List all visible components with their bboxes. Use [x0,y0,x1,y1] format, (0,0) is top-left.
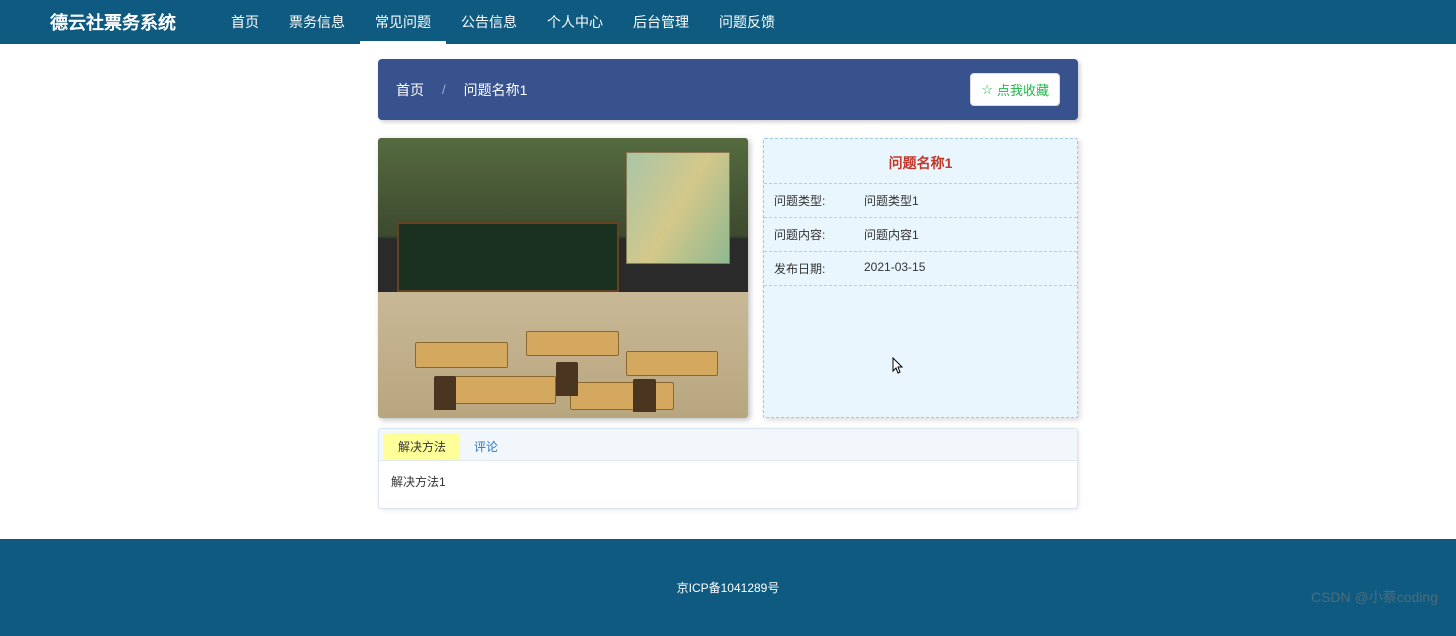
table-row: 发布日期: 2021-03-15 [764,251,1077,286]
favorite-button-label: 点我收藏 [997,80,1049,99]
breadcrumb-separator: / [442,82,446,97]
navbar: 德云社票务系统 首页 票务信息 常见问题 公告信息 个人中心 后台管理 问题反馈 [0,0,1456,44]
breadcrumb: 首页 / 问题名称1 ☆ 点我收藏 [378,59,1078,120]
tabs-header: 解决方法 评论 [379,429,1077,461]
favorite-button[interactable]: ☆ 点我收藏 [970,73,1060,106]
row-label-date: 发布日期: [764,252,854,285]
main-container: 首页 / 问题名称1 ☆ 点我收藏 问题名称1 问题类型: 问题类型1 问题内容… [378,59,1078,509]
footer: 京ICP备1041289号 [0,539,1456,636]
tab-comments[interactable]: 评论 [460,433,512,460]
nav-faq[interactable]: 常见问题 [360,0,446,44]
nav-items: 首页 票务信息 常见问题 公告信息 个人中心 后台管理 问题反馈 [216,0,790,44]
watermark: CSDN @小蔡coding [1311,587,1438,607]
detail-table: 问题类型: 问题类型1 问题内容: 问题内容1 发布日期: 2021-03-15 [764,183,1077,286]
content-row: 问题名称1 问题类型: 问题类型1 问题内容: 问题内容1 发布日期: 2021… [378,138,1078,418]
nav-feedback[interactable]: 问题反馈 [704,0,790,44]
row-label-content: 问题内容: [764,218,854,251]
tabs-card: 解决方法 评论 解决方法1 [378,428,1078,509]
nav-profile[interactable]: 个人中心 [532,0,618,44]
star-icon: ☆ [981,82,993,98]
footer-text: 京ICP备1041289号 [677,581,780,595]
tab-solution[interactable]: 解决方法 [384,433,460,460]
breadcrumb-home[interactable]: 首页 [396,80,424,100]
cursor-icon [892,357,906,375]
detail-image [378,138,748,418]
row-value-type: 问题类型1 [854,184,1077,217]
nav-announcements[interactable]: 公告信息 [446,0,532,44]
nav-tickets[interactable]: 票务信息 [274,0,360,44]
nav-home[interactable]: 首页 [216,0,274,44]
row-value-content: 问题内容1 [854,218,1077,251]
row-label-type: 问题类型: [764,184,854,217]
row-value-date: 2021-03-15 [854,252,1077,285]
table-row: 问题内容: 问题内容1 [764,217,1077,251]
tab-content-solution: 解决方法1 [379,461,1077,508]
brand-title: 德云社票务系统 [50,9,176,35]
breadcrumb-current: 问题名称1 [464,80,528,100]
info-panel: 问题名称1 问题类型: 问题类型1 问题内容: 问题内容1 发布日期: 2021… [763,138,1078,418]
nav-admin[interactable]: 后台管理 [618,0,704,44]
detail-title: 问题名称1 [764,139,1077,183]
table-row: 问题类型: 问题类型1 [764,183,1077,217]
